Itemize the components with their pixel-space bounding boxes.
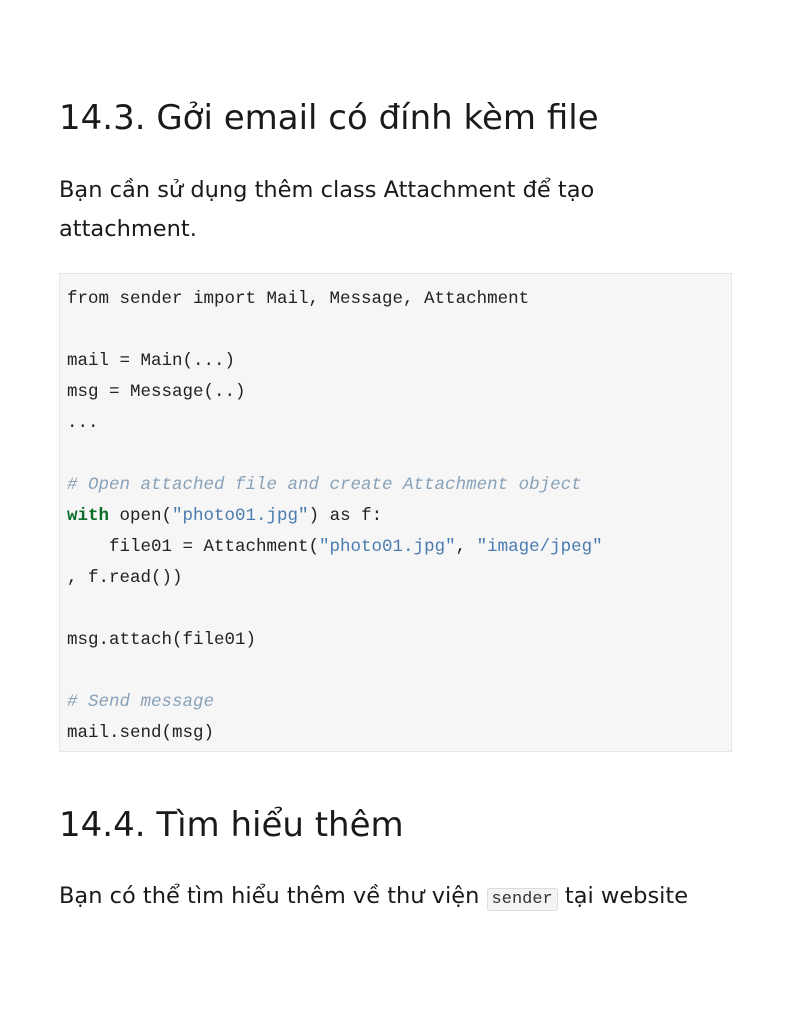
code-token-string: "photo01.jpg" xyxy=(172,506,309,526)
code-line: msg.attach(file01) xyxy=(67,625,731,656)
paragraph-text: tại website xyxy=(557,883,689,909)
code-token-plain: msg.attach(file01) xyxy=(67,630,257,650)
section-paragraph-14-4: Bạn có thể tìm hiểu thêm về thư viện sen… xyxy=(59,877,749,919)
code-line: file01 = Attachment("photo01.jpg", "imag… xyxy=(67,532,731,563)
inline-code-sender: sender xyxy=(486,888,558,911)
code-token-plain: from sender import Mail, Message, Attach… xyxy=(67,289,530,309)
code-token-plain: , f.read()) xyxy=(67,568,183,588)
code-token-plain: open( xyxy=(109,506,173,526)
code-line: from sender import Mail, Message, Attach… xyxy=(67,284,731,315)
code-block: from sender import Mail, Message, Attach… xyxy=(59,273,732,752)
paragraph-line: Bạn cần sử dụng thêm class Attachment để… xyxy=(59,177,595,203)
code-token-plain: , xyxy=(455,537,477,557)
code-token-comment: # Open attached file and create Attachme… xyxy=(67,475,582,495)
code-line: , f.read()) xyxy=(67,563,731,594)
section-heading-14-3: 14.3. Gởi email có đính kèm file xyxy=(59,98,599,138)
code-token-plain: mail = Main(...) xyxy=(67,351,236,371)
code-line: ... xyxy=(67,408,731,439)
paragraph-text: Bạn có thể tìm hiểu thêm về thư viện xyxy=(59,883,487,909)
code-line: with open("photo01.jpg") as f: xyxy=(67,501,731,532)
code-line: mail.send(msg) xyxy=(67,718,731,749)
code-token-plain: msg = Message(..) xyxy=(67,382,246,402)
code-line: msg = Message(..) xyxy=(67,377,731,408)
code-token-string: "image/jpeg" xyxy=(476,537,603,557)
section-paragraph-14-3: Bạn cần sử dụng thêm class Attachment để… xyxy=(59,171,679,249)
code-token-plain: file01 = Attachment( xyxy=(67,537,320,557)
code-token-keyword: with xyxy=(67,506,110,526)
code-content: from sender import Mail, Message, Attach… xyxy=(60,274,731,749)
paragraph-line: attachment. xyxy=(59,216,197,242)
code-token-plain: ... xyxy=(67,413,99,433)
code-token-plain: ) as f: xyxy=(308,506,383,526)
code-token-string: "photo01.jpg" xyxy=(319,537,456,557)
code-line: # Send message xyxy=(67,687,731,718)
section-heading-14-4: 14.4. Tìm hiểu thêm xyxy=(59,805,404,845)
code-line: mail = Main(...) xyxy=(67,346,731,377)
code-line: # Open attached file and create Attachme… xyxy=(67,470,731,501)
code-token-plain: mail.send(msg) xyxy=(67,723,215,743)
code-token-comment: # Send message xyxy=(67,692,215,712)
